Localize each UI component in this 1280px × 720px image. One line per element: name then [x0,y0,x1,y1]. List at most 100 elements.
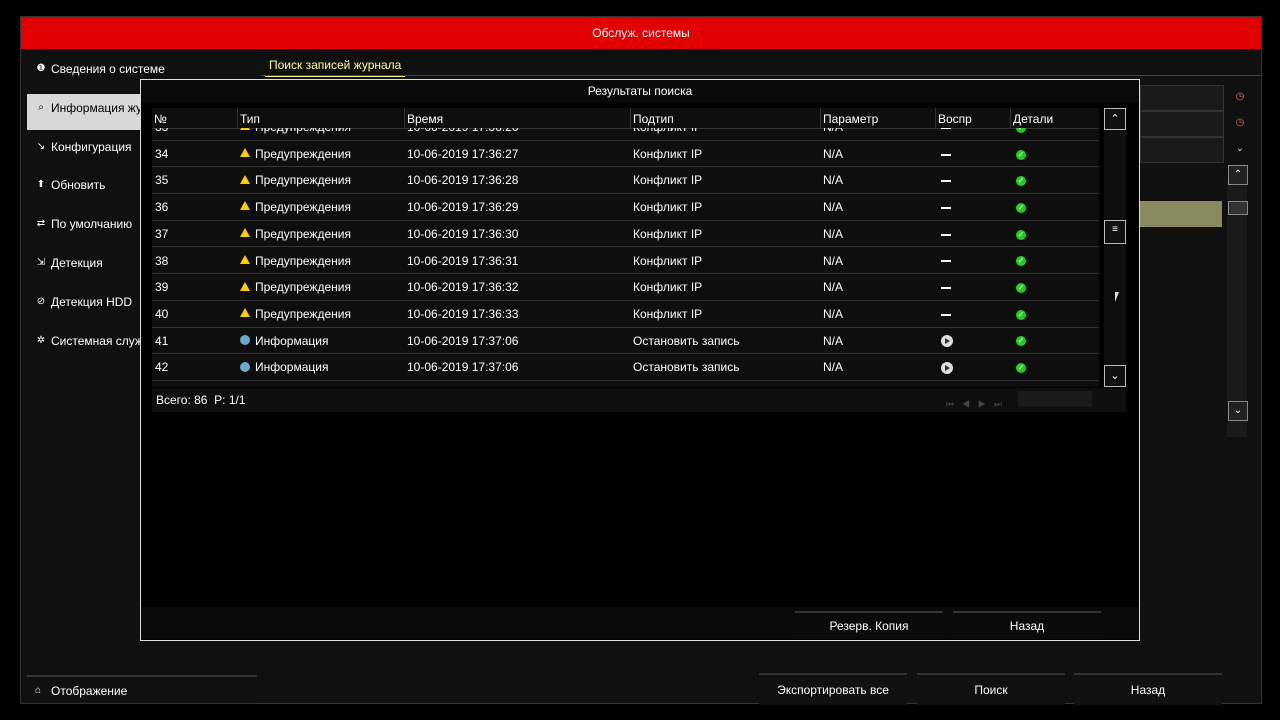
start-time-field[interactable] [1140,85,1224,111]
type-select[interactable] [1140,137,1224,163]
details-check-icon[interactable]: ✓ [1016,202,1026,213]
cell-time: 10-06-2019 17:37:06 [407,360,519,375]
table-header: № Тип Время Подтип Параметр Воспр Детали [152,108,1099,129]
tab-divider [261,75,1261,76]
sidebar-item-label: Обновить [51,178,106,193]
back-button[interactable]: Назад [1074,673,1222,705]
scroll-down-button[interactable]: ⌄ [1104,365,1126,387]
column-header-no[interactable]: № [152,108,237,128]
table-row[interactable]: 37 Предупреждения 10-06-2019 17:36:30 Конфл… [152,221,1099,248]
cell-no: 34 [155,146,169,161]
cell-type-label: Предупреждения [255,146,351,161]
export-all-button[interactable]: Экспортировать все [759,673,907,705]
cell-play [941,354,953,380]
details-check-icon[interactable]: ✓ [1016,363,1026,374]
cell-type-label: Предупреждения [255,306,351,321]
cell-details: ✓ [1016,248,1026,274]
cell-time: 10-06-2019 17:36:32 [407,280,519,295]
details-check-icon[interactable]: ✓ [1016,309,1026,320]
table-row[interactable]: 42 Информация 10-06-2019 17:37:06 Остановит… [152,354,1099,381]
table-row[interactable]: 38 Предупреждения 10-06-2019 17:36:31 Конфл… [152,248,1099,275]
cell-details: ✓ [1016,128,1026,140]
cell-param: N/A [823,333,844,348]
clock-icon[interactable]: ◷ [1234,91,1246,103]
cell-param: N/A [823,128,843,140]
column-header-param[interactable]: Параметр [820,108,935,128]
search-button[interactable]: Поиск [917,673,1065,705]
details-check-icon[interactable]: ✓ [1016,336,1026,347]
details-check-icon[interactable]: ✓ [1016,256,1026,267]
table-row[interactable]: 34 Предупреждения 10-06-2019 17:36:27 Конфл… [152,141,1099,168]
cell-no: 40 [155,306,169,321]
table-row[interactable]: 33 Предупреждения 10-06-2019 17:36:26 Конфл… [152,128,1099,141]
cell-type: Информация [240,328,328,354]
scroll-thumb[interactable] [1228,201,1248,215]
warning-icon [240,228,250,238]
sidebar-item-label: Детекция [51,255,103,270]
pager-controls[interactable]: ⏮◀▶⏭ [946,392,1010,416]
table-row[interactable]: 40 Предупреждения 10-06-2019 17:36:33 Конфл… [152,301,1099,328]
mouse-cursor [1115,292,1119,302]
warning-icon [240,128,250,131]
subtype-scrollbar[interactable] [1227,181,1247,437]
sidebar-item-display[interactable]: ⌂ Отображение [27,675,257,703]
cell-subtype: Конфликт IP [633,306,703,321]
cell-details: ✓ [1016,274,1026,300]
cell-type-label: Информация [255,333,329,348]
end-time-field[interactable] [1140,111,1224,137]
details-check-icon[interactable]: ✓ [1016,229,1026,240]
cell-param: N/A [823,280,844,295]
page-number-input[interactable] [1018,391,1092,407]
scroll-up-button[interactable]: ⌃ [1228,165,1248,185]
table-row[interactable]: 36 Предупреждения 10-06-2019 17:36:29 Конфл… [152,194,1099,221]
play-icon[interactable] [941,335,953,348]
scroll-thumb[interactable]: ≡ [1104,220,1126,244]
details-check-icon[interactable]: ✓ [1016,149,1026,160]
cell-param: N/A [823,200,844,215]
details-check-icon[interactable]: ✓ [1016,176,1026,187]
dialog-back-button[interactable]: Назад [953,611,1101,639]
table-row[interactable]: 39 Предупреждения 10-06-2019 17:36:32 Конфл… [152,274,1099,301]
tab-log-search[interactable]: Поиск записей журнала [265,55,406,77]
subtype-selected-row[interactable] [1140,201,1222,227]
hdd-icon: ⊘ [36,295,46,307]
column-header-play[interactable]: Воспр [935,108,1010,128]
cell-time: 10-06-2019 17:36:28 [407,173,519,188]
column-header-details[interactable]: Детали [1010,108,1099,128]
clock-icon[interactable]: ◷ [1234,117,1246,129]
column-header-time[interactable]: Время [404,108,630,128]
backup-button[interactable]: Резерв. Копия [795,611,943,639]
cell-no: 42 [155,360,169,375]
table-row[interactable]: 41 Информация 10-06-2019 17:37:06 Остановит… [152,328,1099,355]
cell-subtype: Конфликт IP [633,253,703,268]
sidebar-item-label: Сведения о системе [51,62,165,76]
cell-details: ✓ [1016,141,1026,167]
cell-param: N/A [823,306,844,321]
details-check-icon[interactable]: ✓ [1016,128,1026,133]
cell-param: N/A [823,253,844,268]
scroll-down-button[interactable]: ⌄ [1228,401,1248,421]
cell-param: N/A [823,146,844,161]
cell-param: N/A [823,173,844,188]
scroll-up-button[interactable]: ⌃ [1104,108,1126,130]
dash-icon [941,260,951,263]
warning-icon [240,174,250,184]
cell-play [941,221,951,247]
detection-icon: ⇲ [36,256,46,268]
home-icon: ⌂ [35,685,42,696]
column-header-subtype[interactable]: Подтип [630,108,820,128]
column-header-type[interactable]: Тип [237,108,404,128]
cell-type: Предупреждения [240,248,351,274]
table-row[interactable]: 35 Предупреждения 10-06-2019 17:36:28 Конфл… [152,167,1099,195]
details-check-icon[interactable]: ✓ [1016,283,1026,294]
results-scrollbar[interactable]: ⌃ ≡ ⌄ [1104,108,1126,387]
window-title: Обслуж. системы [21,17,1261,49]
cell-details: ✓ [1016,301,1026,327]
dialog-title: Результаты поиска [141,80,1139,102]
play-icon[interactable] [941,362,953,375]
results-table: № Тип Время Подтип Параметр Воспр Детали… [152,108,1099,387]
cell-play [941,248,951,274]
cell-subtype: Конфликт IP [633,226,703,241]
cell-details: ✓ [1016,328,1026,354]
chevron-down-icon[interactable]: ⌄ [1234,143,1246,155]
